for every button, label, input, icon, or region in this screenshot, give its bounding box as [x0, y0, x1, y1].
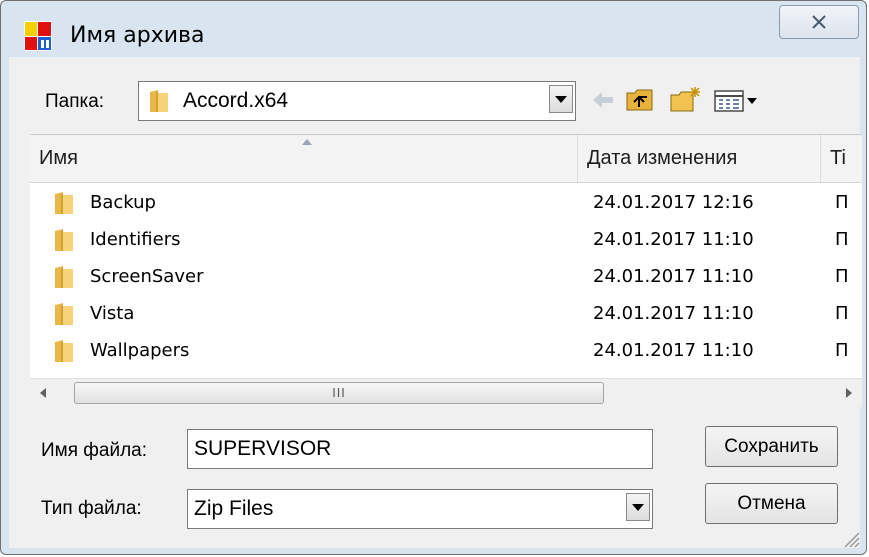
filetype-label: Тип файла: [41, 498, 142, 519]
chevron-down-icon [632, 503, 644, 511]
table-row[interactable]: Identifiers 24.01.2017 11:10 П [30, 221, 862, 258]
filename-label: Имя файла: [41, 440, 148, 461]
file-name: Backup [90, 192, 156, 213]
table-row[interactable]: Backup 24.01.2017 12:16 П [30, 184, 862, 221]
chevron-down-icon [555, 95, 567, 103]
folder-combo[interactable]: Accord.x64 [138, 81, 576, 121]
filetype-value: Zip Files [194, 497, 274, 520]
file-date: 24.01.2017 12:16 [593, 192, 754, 213]
file-name: ScreenSaver [90, 266, 204, 287]
column-header-label: Дата изменения [587, 147, 738, 169]
scroll-left-icon[interactable] [40, 388, 46, 398]
horizontal-scrollbar[interactable]: III [30, 378, 862, 407]
column-header-label: Ti [830, 147, 846, 169]
scroll-thumb[interactable]: III [74, 382, 604, 404]
file-type: П [835, 266, 849, 287]
scroll-right-icon[interactable] [846, 388, 852, 398]
folder-icon [55, 192, 73, 214]
cancel-button[interactable]: Отмена [705, 483, 838, 524]
close-button[interactable] [779, 5, 859, 39]
column-header-label: Имя [39, 147, 78, 169]
title-bar[interactable]: Имя архива [1, 1, 866, 57]
file-type: П [835, 192, 849, 213]
new-folder-icon[interactable] [669, 85, 703, 115]
resize-grip-icon[interactable] [839, 527, 861, 549]
folder-icon [55, 340, 73, 362]
sort-up-icon [302, 139, 312, 145]
view-menu-icon[interactable] [713, 85, 761, 115]
file-date: 24.01.2017 11:10 [593, 303, 754, 324]
filename-input[interactable]: SUPERVISOR [187, 429, 653, 469]
folder-icon [55, 229, 73, 251]
column-header-type[interactable]: Ti [821, 135, 862, 182]
folder-label: Папка: [45, 91, 105, 112]
folder-dropdown-button[interactable] [549, 85, 573, 113]
folder-up-icon[interactable] [625, 85, 655, 115]
window-title: Имя архива [70, 23, 205, 48]
close-icon [812, 15, 826, 29]
folder-icon [55, 303, 73, 325]
file-date: 24.01.2017 11:10 [593, 229, 754, 250]
scroll-grip: III [332, 386, 346, 400]
column-header-name[interactable]: Имя [30, 135, 578, 182]
file-type: П [835, 303, 849, 324]
file-type: П [835, 229, 849, 250]
folder-value: Accord.x64 [183, 89, 289, 112]
file-name: Vista [90, 303, 135, 324]
file-list[interactable]: Имя Дата изменения Ti Backup 24.01.2017 … [30, 134, 862, 407]
filetype-select[interactable]: Zip Files [187, 489, 653, 529]
file-name: Identifiers [90, 229, 181, 250]
column-header-date[interactable]: Дата изменения [578, 135, 821, 182]
list-header: Имя Дата изменения Ti [30, 135, 862, 183]
table-row[interactable]: Wallpapers 24.01.2017 11:10 П [30, 332, 862, 369]
folder-icon [55, 266, 73, 288]
back-arrow-icon[interactable] [591, 85, 615, 115]
file-date: 24.01.2017 11:10 [593, 266, 754, 287]
file-type: П [835, 340, 849, 361]
filetype-dropdown-button[interactable] [626, 493, 650, 521]
save-button[interactable]: Сохранить [705, 426, 838, 467]
file-name: Wallpapers [90, 340, 190, 361]
save-dialog: Имя архива Папка: Accord.x64 Имя Дата из… [0, 0, 867, 555]
table-row[interactable]: ScreenSaver 24.01.2017 11:10 П [30, 258, 862, 295]
folder-icon [150, 90, 168, 112]
table-row[interactable]: Vista 24.01.2017 11:10 П [30, 295, 862, 332]
app-icon [24, 21, 52, 51]
file-date: 24.01.2017 11:10 [593, 340, 754, 361]
